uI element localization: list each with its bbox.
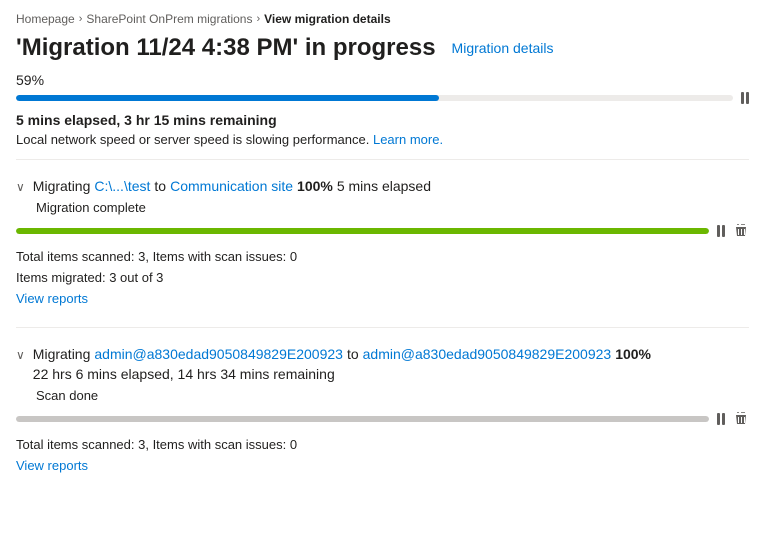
page-title: 'Migration 11/24 4:38 PM' in progress xyxy=(16,34,436,62)
breadcrumb-sharepoint[interactable]: SharePoint OnPrem migrations xyxy=(86,12,252,26)
chevron-icon-1[interactable]: ∨ xyxy=(16,180,25,194)
overall-time-elapsed: 5 mins elapsed, 3 hr 15 mins remaining xyxy=(16,112,749,128)
migrating-label-2: Migrating xyxy=(33,346,91,362)
elapsed-2: 22 hrs 6 mins elapsed, 14 hrs 34 mins re… xyxy=(33,366,335,382)
migration-stats-2: Total items scanned: 3, Items with scan … xyxy=(16,435,749,477)
percent-1: 100% xyxy=(297,178,333,194)
stat-line-1-1: Items migrated: 3 out of 3 xyxy=(16,268,749,289)
elapsed-1: 5 mins elapsed xyxy=(337,178,431,194)
pause-bar-right xyxy=(746,92,749,104)
delete-icon-2[interactable] xyxy=(733,411,749,427)
overall-progress-fill xyxy=(16,95,439,101)
migration-title-row-1: Migrating C:\...\test to Communication s… xyxy=(33,178,741,194)
migration-header-1: ∨ Migrating C:\...\test to Communication… xyxy=(16,178,749,196)
migration-content-1: Migrating C:\...\test to Communication s… xyxy=(33,178,741,196)
migration-details-link[interactable]: Migration details xyxy=(452,40,554,56)
view-reports-link-2[interactable]: View reports xyxy=(16,456,88,477)
migration-header-2: ∨ Migrating admin@a830edad9050849829E200… xyxy=(16,346,749,384)
stat-line-2-0: Total items scanned: 3, Items with scan … xyxy=(16,435,749,456)
breadcrumb-current: View migration details xyxy=(264,12,390,26)
chevron-icon-2[interactable]: ∨ xyxy=(16,348,25,362)
to-label-1: to xyxy=(154,178,166,194)
migration-action-icons-2 xyxy=(717,411,749,427)
stat-line-1-0: Total items scanned: 3, Items with scan … xyxy=(16,247,749,268)
source-path-link-2[interactable]: admin@a830edad9050849829E200923 xyxy=(94,346,343,362)
migration-stats-1: Total items scanned: 3, Items with scan … xyxy=(16,247,749,309)
divider-middle xyxy=(16,327,749,328)
migration-item-1: ∨ Migrating C:\...\test to Communication… xyxy=(16,168,749,319)
migration-content-2: Migrating admin@a830edad9050849829E20092… xyxy=(33,346,749,384)
breadcrumb-sep-1: › xyxy=(79,13,83,25)
pause-bar-1-right xyxy=(722,225,725,237)
overall-progress-percent: 59% xyxy=(16,72,749,88)
overall-pause-button[interactable] xyxy=(741,92,749,104)
view-reports-link-1[interactable]: View reports xyxy=(16,289,88,310)
page-title-row: 'Migration 11/24 4:38 PM' in progress Mi… xyxy=(16,34,749,62)
migration-progress-row-1 xyxy=(16,223,749,239)
pause-bar-left xyxy=(741,92,744,104)
migration-item-2: ∨ Migrating admin@a830edad9050849829E200… xyxy=(16,336,749,487)
learn-more-link[interactable]: Learn more. xyxy=(373,132,443,147)
overall-progress-bar-container xyxy=(16,92,749,104)
migration-status-2: Scan done xyxy=(36,388,749,403)
dest-link-2[interactable]: admin@a830edad9050849829E200923 xyxy=(363,346,612,362)
breadcrumb-homepage[interactable]: Homepage xyxy=(16,12,75,26)
dest-link-1[interactable]: Communication site xyxy=(170,178,293,194)
breadcrumb: Homepage › SharePoint OnPrem migrations … xyxy=(16,12,749,26)
to-label-2: to xyxy=(347,346,359,362)
migration-action-icons-1 xyxy=(717,223,749,239)
pause-button-1[interactable] xyxy=(717,225,725,237)
divider-top xyxy=(16,159,749,160)
breadcrumb-sep-2: › xyxy=(256,13,260,25)
overall-warning: Local network speed or server speed is s… xyxy=(16,132,749,147)
migration-title-row-2: Migrating admin@a830edad9050849829E20092… xyxy=(33,346,749,382)
overall-progress-track xyxy=(16,95,733,101)
percent-2: 100% xyxy=(615,346,651,362)
warning-text-content: Local network speed or server speed is s… xyxy=(16,132,369,147)
pause-bar-2-right xyxy=(722,413,725,425)
pause-bar-1-left xyxy=(717,225,720,237)
pause-button-2[interactable] xyxy=(717,413,725,425)
pause-bar-2-left xyxy=(717,413,720,425)
migration-progress-fill-2 xyxy=(16,416,709,422)
delete-icon-1[interactable] xyxy=(733,223,749,239)
migration-progress-row-2 xyxy=(16,411,749,427)
migration-progress-track-2 xyxy=(16,416,709,422)
migration-progress-fill-1 xyxy=(16,228,709,234)
migration-progress-track-1 xyxy=(16,228,709,234)
migration-status-1: Migration complete xyxy=(36,200,749,215)
source-path-link-1[interactable]: C:\...\test xyxy=(94,178,150,194)
migrating-label-1: Migrating xyxy=(33,178,91,194)
